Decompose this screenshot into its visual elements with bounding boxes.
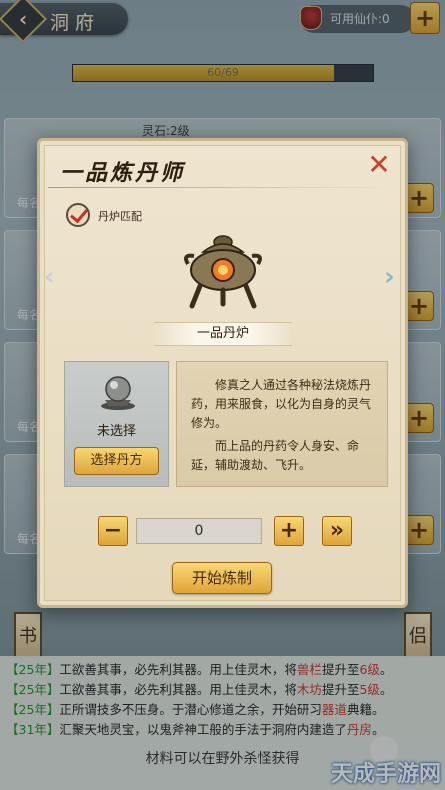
decrease-button[interactable]: −	[98, 516, 128, 546]
dialog-title: 一品炼丹师	[60, 160, 186, 186]
recipe-status: 未选择	[96, 424, 136, 439]
description-panel: 修真之人通过各种秘法烧炼丹药，用来服食，以化为自身的灵气修为。 而上品的丹药令人…	[176, 361, 388, 487]
start-refining-button[interactable]: 开始炼制	[172, 562, 272, 594]
match-label: 丹炉匹配	[98, 210, 142, 223]
select-recipe-button[interactable]: 选择丹方	[74, 447, 159, 475]
furnace-icon	[184, 235, 262, 309]
orb-icon	[101, 376, 135, 410]
description-text: 修真之人通过各种秘法烧炼丹药，用来服食，以化为自身的灵气修为。	[191, 378, 372, 430]
title-divider	[48, 187, 397, 188]
max-quantity-button[interactable]: »	[322, 516, 352, 546]
next-furnace-arrow[interactable]: ›	[384, 262, 400, 292]
close-icon[interactable]: ✕	[367, 151, 391, 179]
description-text: 而上品的丹药令人身安、命延，辅助渡劫、飞升。	[191, 439, 360, 472]
check-icon	[66, 203, 90, 227]
quantity-field[interactable]: 0	[136, 518, 262, 544]
increase-button[interactable]: +	[274, 516, 304, 546]
furnace-name: 一品丹炉	[154, 322, 292, 346]
prev-furnace-arrow[interactable]: ‹	[44, 262, 60, 292]
